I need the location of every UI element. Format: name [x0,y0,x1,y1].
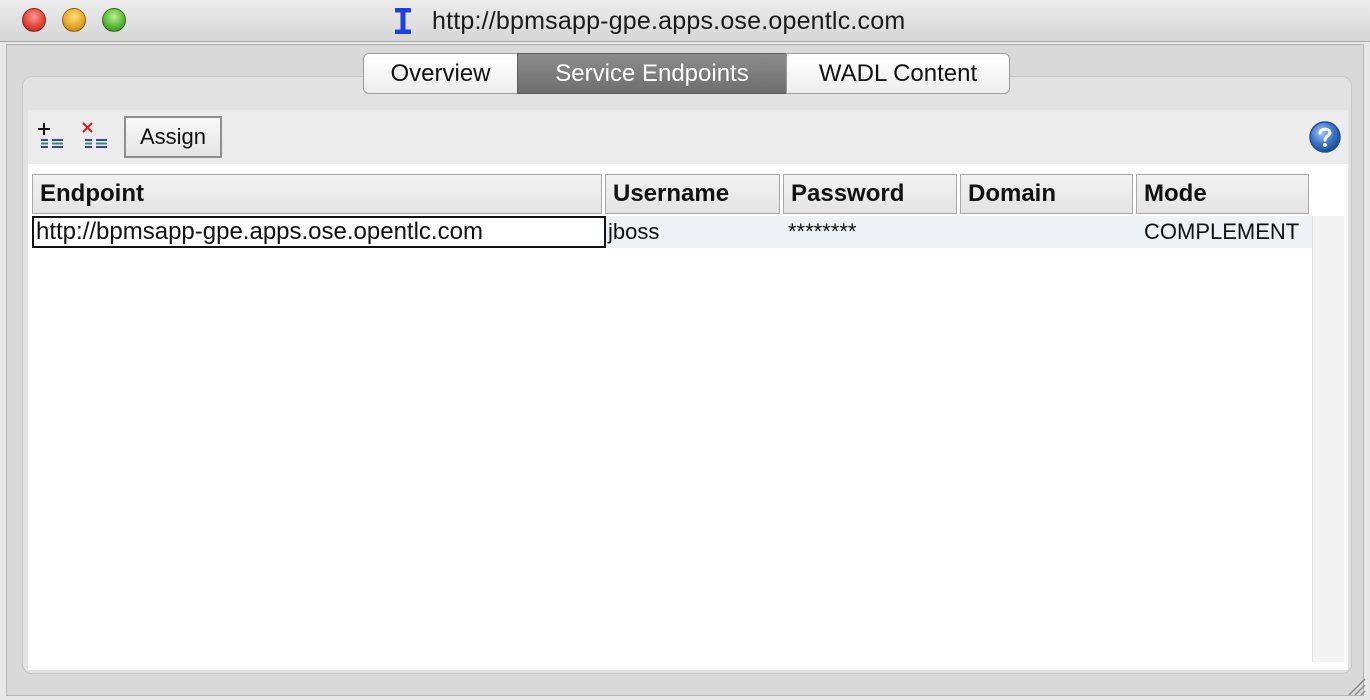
tab-service-endpoints[interactable]: Service Endpoints [517,53,787,94]
delete-endpoint-icon[interactable] [80,120,112,152]
rest-service-icon [390,7,416,35]
endpoint-cell[interactable]: http://bpmsapp-gpe.apps.ose.opentlc.com [32,216,606,248]
table-row[interactable]: http://bpmsapp-gpe.apps.ose.opentlc.com … [32,216,1312,248]
column-header-username[interactable]: Username [605,174,780,214]
tab-wadl-content[interactable]: WADL Content [786,53,1010,94]
column-header-password[interactable]: Password [783,174,957,214]
column-header-mode[interactable]: Mode [1136,174,1309,214]
resize-grip-icon[interactable] [1344,674,1366,696]
table-scrollbar[interactable] [1312,216,1344,662]
title-bar: http://bpmsapp-gpe.apps.ose.opentlc.com [0,0,1370,42]
domain-cell[interactable] [962,216,1138,248]
password-cell[interactable]: ******** [784,216,962,248]
window-title: http://bpmsapp-gpe.apps.ose.opentlc.com [432,6,906,35]
minimize-window-button[interactable] [62,8,86,32]
tab-bar: Overview Service Endpoints WADL Content [363,53,1010,94]
endpoints-table: Endpoint Username Password Domain Mode h… [28,164,1348,670]
title-group: http://bpmsapp-gpe.apps.ose.opentlc.com [390,6,905,36]
column-header-domain[interactable]: Domain [960,174,1133,214]
assign-button[interactable]: Assign [124,116,222,158]
maximize-window-button[interactable] [102,8,126,32]
column-header-endpoint[interactable]: Endpoint [32,174,602,214]
help-icon[interactable] [1308,120,1342,154]
mode-cell[interactable]: COMPLEMENT [1138,216,1308,248]
username-cell[interactable]: jboss [606,216,784,248]
close-window-button[interactable] [22,8,46,32]
add-endpoint-icon[interactable] [36,120,68,152]
tab-overview[interactable]: Overview [363,53,518,94]
endpoints-toolbar: Assign [28,110,1348,164]
table-header: Endpoint Username Password Domain Mode [32,174,1312,214]
